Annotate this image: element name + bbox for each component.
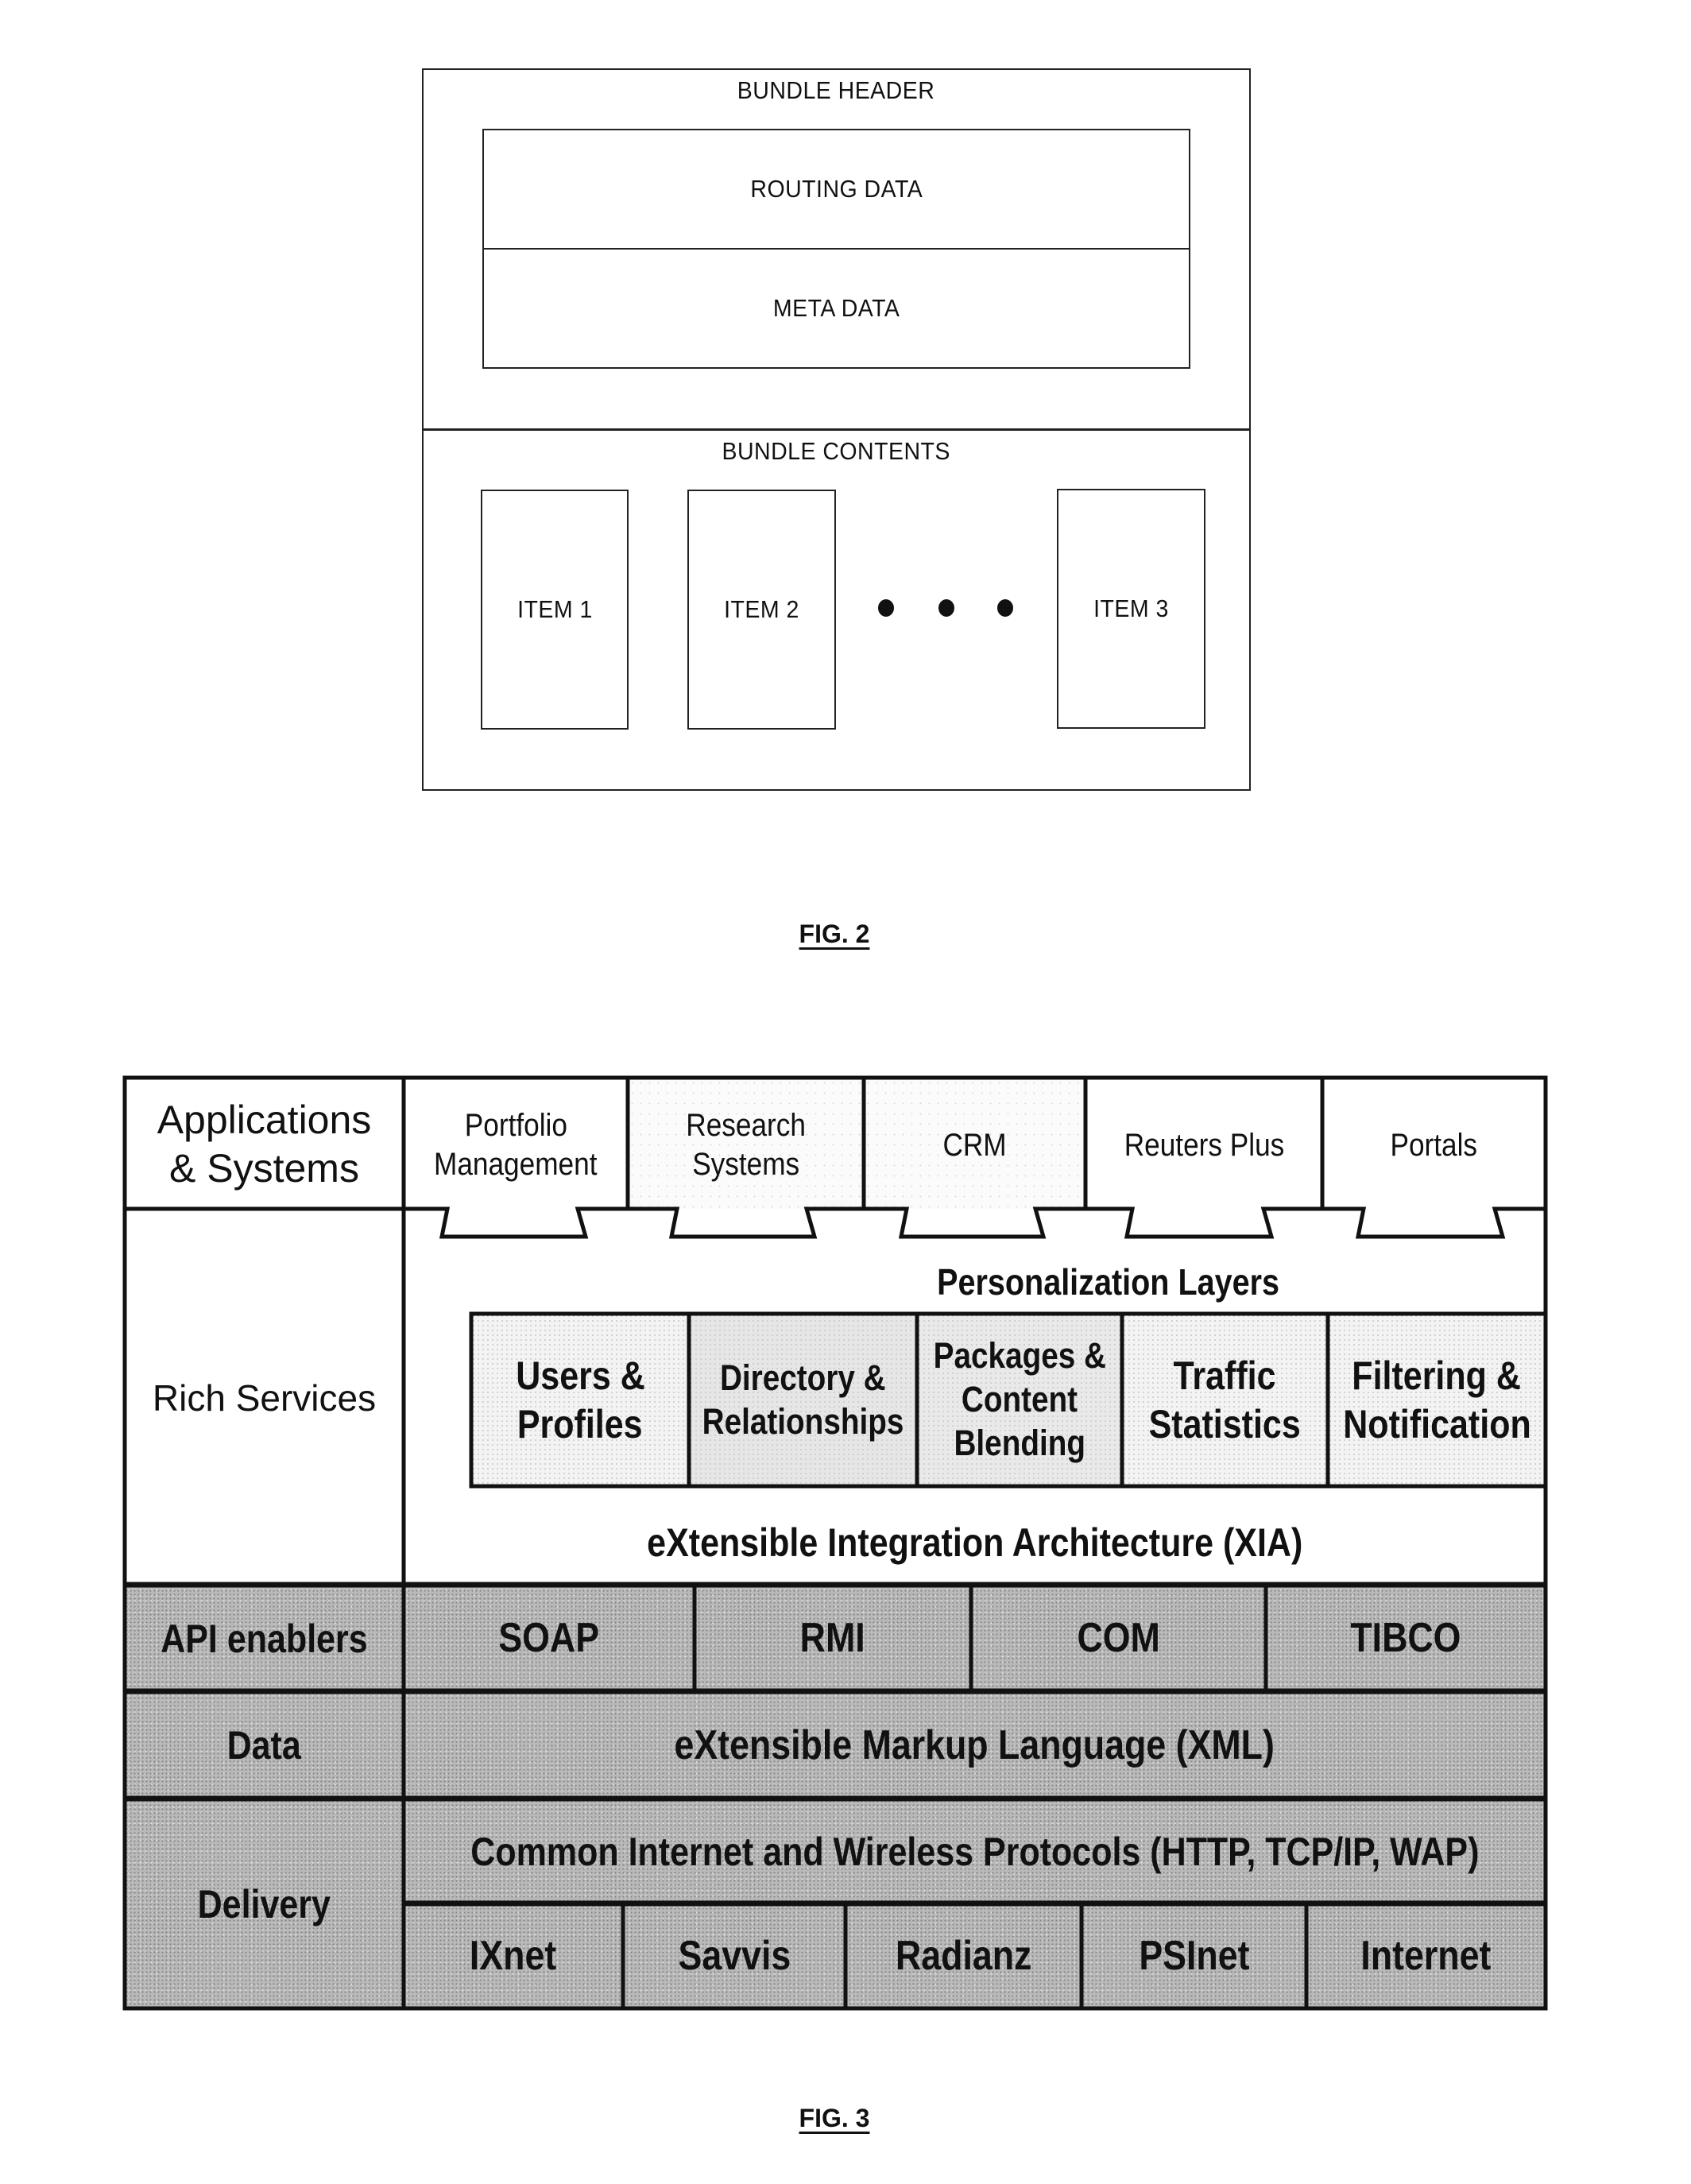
xml-label: eXtensible Markup Language (XML) xyxy=(674,1721,1275,1768)
applications-label-line2: & Systems xyxy=(169,1146,359,1191)
app-label: Portfolio xyxy=(464,1108,567,1144)
layer-traffic-statistics: Traffic Statistics xyxy=(1122,1314,1328,1486)
layer-label: Directory & xyxy=(720,1357,886,1398)
layer-label: Blending xyxy=(954,1422,1085,1463)
protocols-label: Common Internet and Wireless Protocols (… xyxy=(470,1829,1480,1874)
layer-users-profiles: Users & Profiles xyxy=(471,1314,689,1486)
api-com: COM xyxy=(971,1586,1266,1691)
network-label: IXnet xyxy=(470,1933,557,1980)
api-label: RMI xyxy=(800,1615,865,1662)
app-label: Systems xyxy=(692,1147,799,1182)
layer-label: Statistics xyxy=(1148,1401,1302,1446)
layer-label: Traffic xyxy=(1173,1353,1277,1398)
network-label: Internet xyxy=(1360,1933,1492,1980)
network-ixnet: IXnet xyxy=(404,1905,623,2008)
network-label: Savvis xyxy=(678,1933,791,1980)
network-internet: Internet xyxy=(1306,1905,1546,2008)
api-enablers-label: API enablers xyxy=(161,1616,368,1661)
app-reuters-plus: Reuters Plus xyxy=(1085,1086,1322,1205)
network-label: PSInet xyxy=(1138,1933,1250,1980)
rich-services-label: Rich Services xyxy=(152,1377,377,1419)
api-label: SOAP xyxy=(498,1615,600,1662)
delivery-label: Delivery xyxy=(197,1881,331,1926)
fig3-caption: FIG. 3 xyxy=(799,2103,870,2132)
delivery-label-cell: Delivery xyxy=(125,1800,404,2008)
layer-label: Notification xyxy=(1342,1401,1531,1446)
layer-label: Filtering & xyxy=(1352,1353,1522,1398)
api-enablers-label-cell: API enablers xyxy=(125,1586,404,1691)
network-radianz: Radianz xyxy=(846,1905,1082,2008)
api-rmi: RMI xyxy=(695,1586,971,1691)
app-label: Portals xyxy=(1390,1127,1478,1163)
xia-label: eXtensible Integration Architecture (XIA… xyxy=(646,1520,1303,1565)
app-label: Management xyxy=(434,1147,598,1182)
network-psinet: PSInet xyxy=(1082,1905,1306,2008)
api-soap: SOAP xyxy=(404,1586,695,1691)
rich-services-label-cell: Rich Services xyxy=(125,1211,404,1585)
network-savvis: Savvis xyxy=(623,1905,846,2008)
data-label: Data xyxy=(226,1723,302,1768)
layer-label: Relationships xyxy=(702,1400,904,1442)
applications-systems-label: Applications & Systems xyxy=(125,1081,404,1208)
app-research-systems: Research Systems xyxy=(628,1086,864,1205)
layer-label: Users & xyxy=(515,1353,645,1398)
protocols-cell: Common Internet and Wireless Protocols (… xyxy=(404,1800,1546,1903)
layer-packages-content-blending: Packages & Content Blending xyxy=(917,1314,1122,1486)
api-tibco: TIBCO xyxy=(1266,1586,1546,1691)
layer-label: Packages & xyxy=(933,1335,1106,1377)
personalization-layers-title: Personalization Layers xyxy=(937,1260,1280,1303)
api-label: TIBCO xyxy=(1350,1615,1461,1662)
layer-label: Profiles xyxy=(517,1401,643,1446)
layer-directory-relationships: Directory & Relationships xyxy=(689,1314,917,1486)
app-portals: Portals xyxy=(1322,1086,1546,1205)
api-label: COM xyxy=(1077,1615,1160,1662)
app-label: Research xyxy=(686,1108,806,1144)
layer-label: Content xyxy=(961,1379,1078,1420)
app-portfolio-management: Portfolio Management xyxy=(404,1086,628,1205)
app-crm: CRM xyxy=(864,1086,1085,1205)
network-label: Radianz xyxy=(895,1933,1032,1980)
applications-label-line1: Applications xyxy=(157,1098,372,1142)
data-xml-cell: eXtensible Markup Language (XML) xyxy=(404,1693,1546,1799)
data-label-cell: Data xyxy=(125,1693,404,1799)
layer-filtering-notification: Filtering & Notification xyxy=(1328,1314,1546,1486)
app-label: Reuters Plus xyxy=(1124,1127,1284,1163)
app-label: CRM xyxy=(942,1127,1007,1163)
